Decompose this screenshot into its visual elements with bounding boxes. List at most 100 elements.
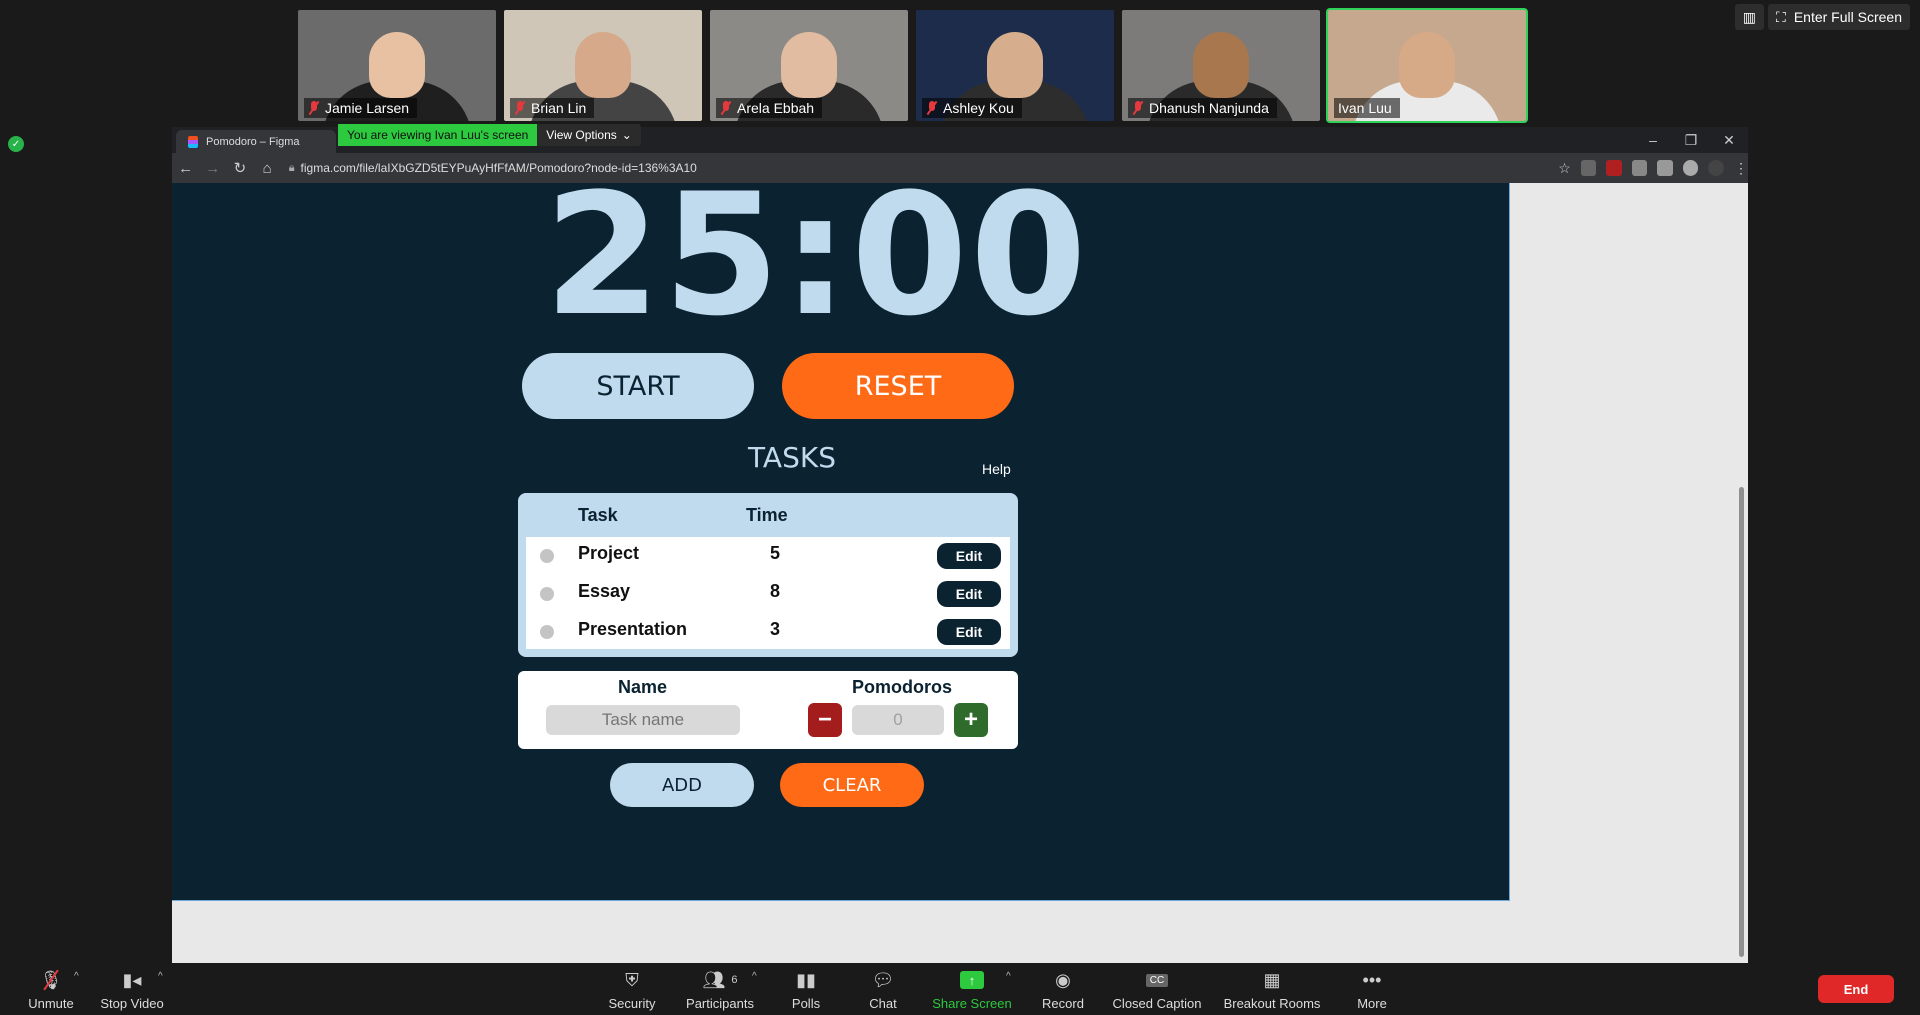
task-time: 5 (769, 543, 780, 563)
edit-task-button[interactable]: Edit (937, 543, 1001, 569)
view-options-button[interactable]: View Options ⌄ (537, 124, 641, 146)
participant-name: Ashley Kou (943, 100, 1014, 116)
participants-caret-icon[interactable]: ^ (752, 971, 757, 982)
home-icon[interactable]: ⌂ (254, 153, 281, 183)
reload-icon[interactable]: ↻ (226, 153, 253, 183)
person-face (987, 32, 1043, 98)
edit-task-button[interactable]: Edit (937, 581, 1001, 607)
close-icon[interactable]: ✕ (1710, 127, 1748, 153)
browser-tab[interactable]: Pomodoro – Figma (176, 130, 336, 153)
record-icon: ◉ (1055, 969, 1071, 990)
video-options-caret-icon[interactable]: ^ (158, 971, 163, 982)
task-row: Essay 8 Edit (526, 575, 1010, 611)
end-meeting-button[interactable]: End (1818, 975, 1894, 1003)
breakout-rooms-label: Breakout Rooms (1223, 996, 1321, 1011)
participant-video-tile[interactable]: Ivan Luu (1326, 8, 1528, 123)
video-camera-icon: ▮◂ (122, 969, 142, 990)
task-list: Project 5 Edit Essay 8 Edit Presentation 3 Edit (526, 537, 1010, 649)
chat-bubble-icon: 💬︎ (871, 969, 895, 990)
pomodoros-value[interactable]: 0 (852, 705, 944, 735)
task-select-radio[interactable] (540, 625, 554, 639)
participant-video-tile[interactable]: Brian Lin (504, 10, 702, 121)
tasks-heading: TASKS (748, 441, 836, 474)
increment-button[interactable]: + (954, 703, 988, 737)
share-screen-button[interactable]: ↑ Share Screen (932, 969, 1012, 1011)
chat-label: Chat (869, 996, 897, 1011)
extension-icon[interactable] (1657, 160, 1673, 176)
profile-avatar[interactable] (1708, 160, 1725, 176)
task-time: 3 (769, 619, 780, 639)
layout-icon: ▥ (1742, 8, 1757, 25)
security-button[interactable]: ⛨ Security (606, 969, 658, 1012)
pomodoros-label: Pomodoros (852, 677, 953, 697)
share-screen-caret-icon[interactable]: ^ (1006, 971, 1011, 982)
add-button[interactable]: ADD (610, 763, 754, 807)
shield-extension-icon[interactable] (1580, 160, 1597, 176)
enter-full-screen-button[interactable]: ⛶ Enter Full Screen (1768, 4, 1910, 30)
minimize-icon[interactable]: – (1634, 127, 1672, 153)
closed-caption-label: Closed Caption (1112, 996, 1202, 1011)
chat-button[interactable]: 💬︎ Chat (866, 969, 900, 1012)
muted-mic-icon: 🎙︎ (40, 969, 62, 991)
unmute-label: Unmute (28, 996, 74, 1011)
browser-menu-icon[interactable]: ⋮ (1734, 160, 1748, 177)
more-dots-icon: ••• (1362, 969, 1382, 990)
task-name-input[interactable] (546, 705, 740, 735)
url-field[interactable]: 🔒︎ figma.com/file/laIXbGZD5tEYPuAyHfFfAM… (289, 157, 1551, 179)
layout-toggle-button[interactable]: ▥ (1734, 4, 1765, 30)
time-column-header: Time (746, 504, 788, 525)
breakout-rooms-button[interactable]: ▦ Breakout Rooms (1222, 969, 1322, 1012)
shared-browser-window: Pomodoro – Figma – ❐ ✕ ← → ↻ ⌂ 🔒︎ figma.… (172, 127, 1748, 963)
participants-icon: 👥︎ 6 (702, 969, 738, 990)
back-icon[interactable]: ← (172, 153, 199, 183)
clear-button[interactable]: CLEAR (780, 763, 924, 807)
decrement-button[interactable]: − (808, 703, 842, 737)
encryption-shield-icon[interactable]: ✓ (8, 136, 24, 152)
participants-button[interactable]: 👥︎ 6 Participants (682, 969, 758, 1012)
muted-mic-icon (926, 101, 938, 115)
participant-video-tile[interactable]: Dhanush Nanjunda (1122, 10, 1320, 121)
name-label: Name (618, 677, 668, 697)
participant-video-tile[interactable]: Ashley Kou (916, 10, 1114, 121)
polls-label: Polls (791, 996, 821, 1011)
share-screen-icon: ↑ (960, 969, 984, 991)
stop-video-label: Stop Video (100, 996, 164, 1011)
tab-title: Pomodoro – Figma (206, 135, 300, 148)
more-label: More (1357, 996, 1387, 1011)
participant-name-tag: Dhanush Nanjunda (1128, 98, 1277, 118)
audio-options-caret-icon[interactable]: ^ (74, 971, 79, 982)
participant-video-tile[interactable]: Arela Ebbah (710, 10, 908, 121)
task-name: Essay (578, 581, 631, 601)
polls-button[interactable]: ▮▮ Polls (786, 969, 826, 1012)
person-face (575, 32, 631, 98)
extension-icon[interactable] (1631, 160, 1648, 176)
muted-mic-icon (308, 101, 320, 115)
address-bar: ← → ↻ ⌂ 🔒︎ figma.com/file/laIXbGZD5tEYPu… (172, 153, 1748, 183)
help-link[interactable]: Help (982, 461, 1011, 477)
task-column-header: Task (578, 504, 618, 525)
participant-video-tile[interactable]: Jamie Larsen (298, 10, 496, 121)
restore-icon[interactable]: ❐ (1672, 127, 1710, 153)
forward-icon[interactable]: → (199, 153, 226, 183)
canvas-scrollbar[interactable] (1739, 487, 1744, 957)
start-button[interactable]: START (522, 353, 754, 419)
participant-name: Ivan Luu (1338, 100, 1392, 116)
record-button[interactable]: ◉ Record (1040, 969, 1086, 1012)
unmute-button[interactable]: 🎙︎ Unmute (24, 969, 78, 1012)
task-select-radio[interactable] (540, 587, 554, 601)
share-banner: You are viewing Ivan Luu's screen View O… (338, 124, 641, 146)
task-select-radio[interactable] (540, 549, 554, 563)
polls-bar-chart-icon: ▮▮ (796, 969, 816, 990)
edit-task-button[interactable]: Edit (937, 619, 1001, 645)
share-screen-label: Share Screen (932, 996, 1012, 1011)
closed-caption-button[interactable]: CC Closed Caption (1110, 969, 1204, 1011)
task-name: Presentation (578, 619, 688, 639)
star-icon[interactable]: ☆ (1558, 160, 1571, 177)
ublock-extension-icon[interactable] (1606, 160, 1622, 176)
breakout-rooms-grid-icon: ▦ (1263, 969, 1281, 990)
more-button[interactable]: ••• More (1356, 969, 1388, 1012)
reset-button[interactable]: RESET (782, 353, 1014, 419)
puzzle-icon[interactable] (1682, 160, 1699, 176)
stop-video-button[interactable]: ▮◂ Stop Video (98, 969, 166, 1012)
fullscreen-icon: ⛶ (1776, 8, 1786, 25)
